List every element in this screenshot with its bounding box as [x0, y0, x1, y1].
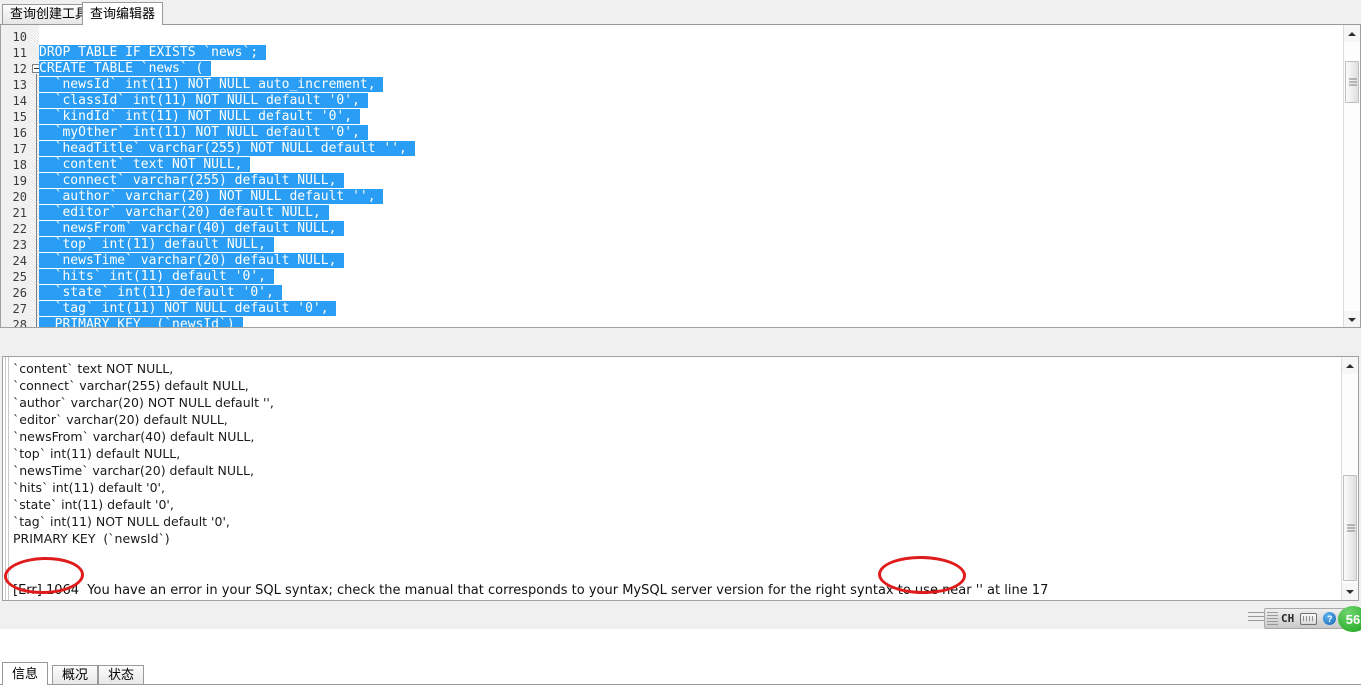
code-line[interactable]: `content` text NOT NULL, [39, 157, 251, 173]
code-line[interactable]: `headTitle` varchar(255) NOT NULL defaul… [39, 141, 415, 157]
scroll-down-arrow-icon[interactable] [1344, 311, 1360, 327]
keyboard-icon[interactable] [1300, 612, 1318, 625]
message-line: `hits` int(11) default '0', [13, 480, 165, 495]
tab-status[interactable]: 状态 [98, 665, 145, 685]
code-line[interactable]: `top` int(11) default NULL, [39, 237, 274, 253]
code-line[interactable]: `myOther` int(11) NOT NULL default '0', [39, 125, 368, 141]
line-number: 11 [12, 46, 27, 60]
code-line[interactable]: `newsFrom` varchar(40) default NULL, [39, 221, 345, 237]
code-line[interactable]: DROP TABLE IF EXISTS `news`; [39, 45, 266, 61]
ime-language-label[interactable]: CH [1281, 612, 1294, 625]
message-line: `newsFrom` varchar(40) default NULL, [13, 429, 255, 444]
editor-scrollbar-thumb[interactable] [1345, 61, 1359, 103]
message-left-rule-2 [8, 357, 9, 600]
line-number: 28 [12, 318, 27, 328]
tab-query-editor-label: 查询编辑器 [90, 6, 156, 22]
code-line[interactable]: `kindId` int(11) NOT NULL default '0', [39, 109, 360, 125]
tab-query-builder-label: 查询创建工具 [10, 7, 89, 22]
line-number: 16 [12, 126, 27, 140]
code-line[interactable]: PRIMARY KEY (`newsId`) [39, 317, 243, 327]
message-vertical-scrollbar[interactable] [1341, 357, 1358, 600]
tab-profile[interactable]: 概况 [52, 665, 99, 685]
message-output-pane[interactable]: `content` text NOT NULL, `connect` varcha… [2, 356, 1359, 601]
message-line: `editor` varchar(20) default NULL, [13, 412, 228, 427]
code-line[interactable]: `connect` varchar(255) default NULL, [39, 173, 345, 189]
line-number: 23 [12, 238, 27, 252]
result-tab-strip: 信息 概况 状态 [0, 330, 1361, 685]
message-line: `connect` varchar(255) default NULL, [13, 378, 249, 393]
code-line[interactable]: CREATE TABLE `news` ( [39, 61, 212, 77]
ime-language-bar[interactable]: CH ? [1264, 608, 1349, 629]
line-number: 21 [12, 206, 27, 220]
message-left-rule [5, 357, 6, 600]
line-number: 18 [12, 158, 27, 172]
line-number: 15 [12, 110, 27, 124]
message-scrollbar-thumb[interactable] [1343, 475, 1357, 581]
message-scroll-down-arrow-icon[interactable] [1342, 583, 1358, 600]
line-number: 13 [12, 78, 27, 92]
error-message-line: [Err] 1064 You have an error in your SQL… [13, 583, 1049, 598]
line-number: 17 [12, 142, 27, 156]
message-scroll-up-arrow-icon[interactable] [1342, 357, 1358, 374]
message-line: `newsTime` varchar(20) default NULL, [13, 463, 254, 478]
notification-badge[interactable]: 56 [1338, 606, 1361, 632]
line-number: 27 [12, 302, 27, 316]
message-line: `author` varchar(20) NOT NULL default ''… [13, 395, 274, 410]
line-number: 19 [12, 174, 27, 188]
code-line[interactable]: `newsId` int(11) NOT NULL auto_increment… [39, 77, 384, 93]
editor-vertical-scrollbar[interactable] [1343, 25, 1360, 327]
code-line[interactable]: `tag` int(11) NOT NULL default '0', [39, 301, 337, 317]
code-line[interactable]: `classId` int(11) NOT NULL default '0', [39, 93, 368, 109]
line-number: 25 [12, 270, 27, 284]
line-number: 10 [12, 30, 27, 44]
line-number: 20 [12, 190, 27, 204]
help-icon[interactable]: ? [1323, 612, 1337, 625]
code-line[interactable]: `hits` int(11) default '0', [39, 269, 274, 285]
code-line[interactable]: `editor` varchar(20) default NULL, [39, 205, 329, 221]
editor-tab-strip: 查询创建工具 查询编辑器 [0, 0, 1361, 25]
code-line[interactable]: `state` int(11) default '0', [39, 285, 282, 301]
code-line[interactable]: `newsTime` varchar(20) default NULL, [39, 253, 345, 269]
tab-profile-label: 概况 [62, 668, 89, 683]
line-number: 26 [12, 286, 27, 300]
line-number-gutter: 10 11 12 13 14 15 16 17 18 19 20 21 22 23 24 25 26 27 28 [1, 25, 32, 328]
ime-drag-grip-icon[interactable] [1267, 612, 1278, 625]
line-number: 14 [12, 94, 27, 108]
tab-info-label: 信息 [12, 666, 39, 682]
message-line: `state` int(11) default '0', [13, 497, 174, 512]
sql-editor-pane[interactable]: 10 11 12 13 14 15 16 17 18 19 20 21 22 23 24 25 26 27 28 D… [0, 25, 1361, 328]
tab-info[interactable]: 信息 [2, 662, 49, 685]
code-line[interactable]: `author` varchar(20) NOT NULL default ''… [39, 189, 384, 205]
line-number: 24 [12, 254, 27, 268]
desktop-bottom-strip [0, 603, 1361, 629]
sql-code-area[interactable]: DROP TABLE IF EXISTS `news`; CREATE TABL… [39, 25, 1340, 327]
tab-query-editor[interactable]: 查询编辑器 [82, 2, 164, 25]
message-line: `top` int(11) default NULL, [13, 446, 181, 461]
tab-status-label: 状态 [108, 668, 135, 683]
line-number: 12 [12, 62, 27, 76]
message-line: `content` text NOT NULL, [13, 361, 174, 376]
message-line: PRIMARY KEY (`newsId`) [13, 531, 170, 546]
scroll-up-arrow-icon[interactable] [1344, 25, 1360, 42]
message-line: `tag` int(11) NOT NULL default '0', [13, 514, 230, 529]
code-fold-range-line [36, 74, 37, 327]
line-number: 22 [12, 222, 27, 236]
